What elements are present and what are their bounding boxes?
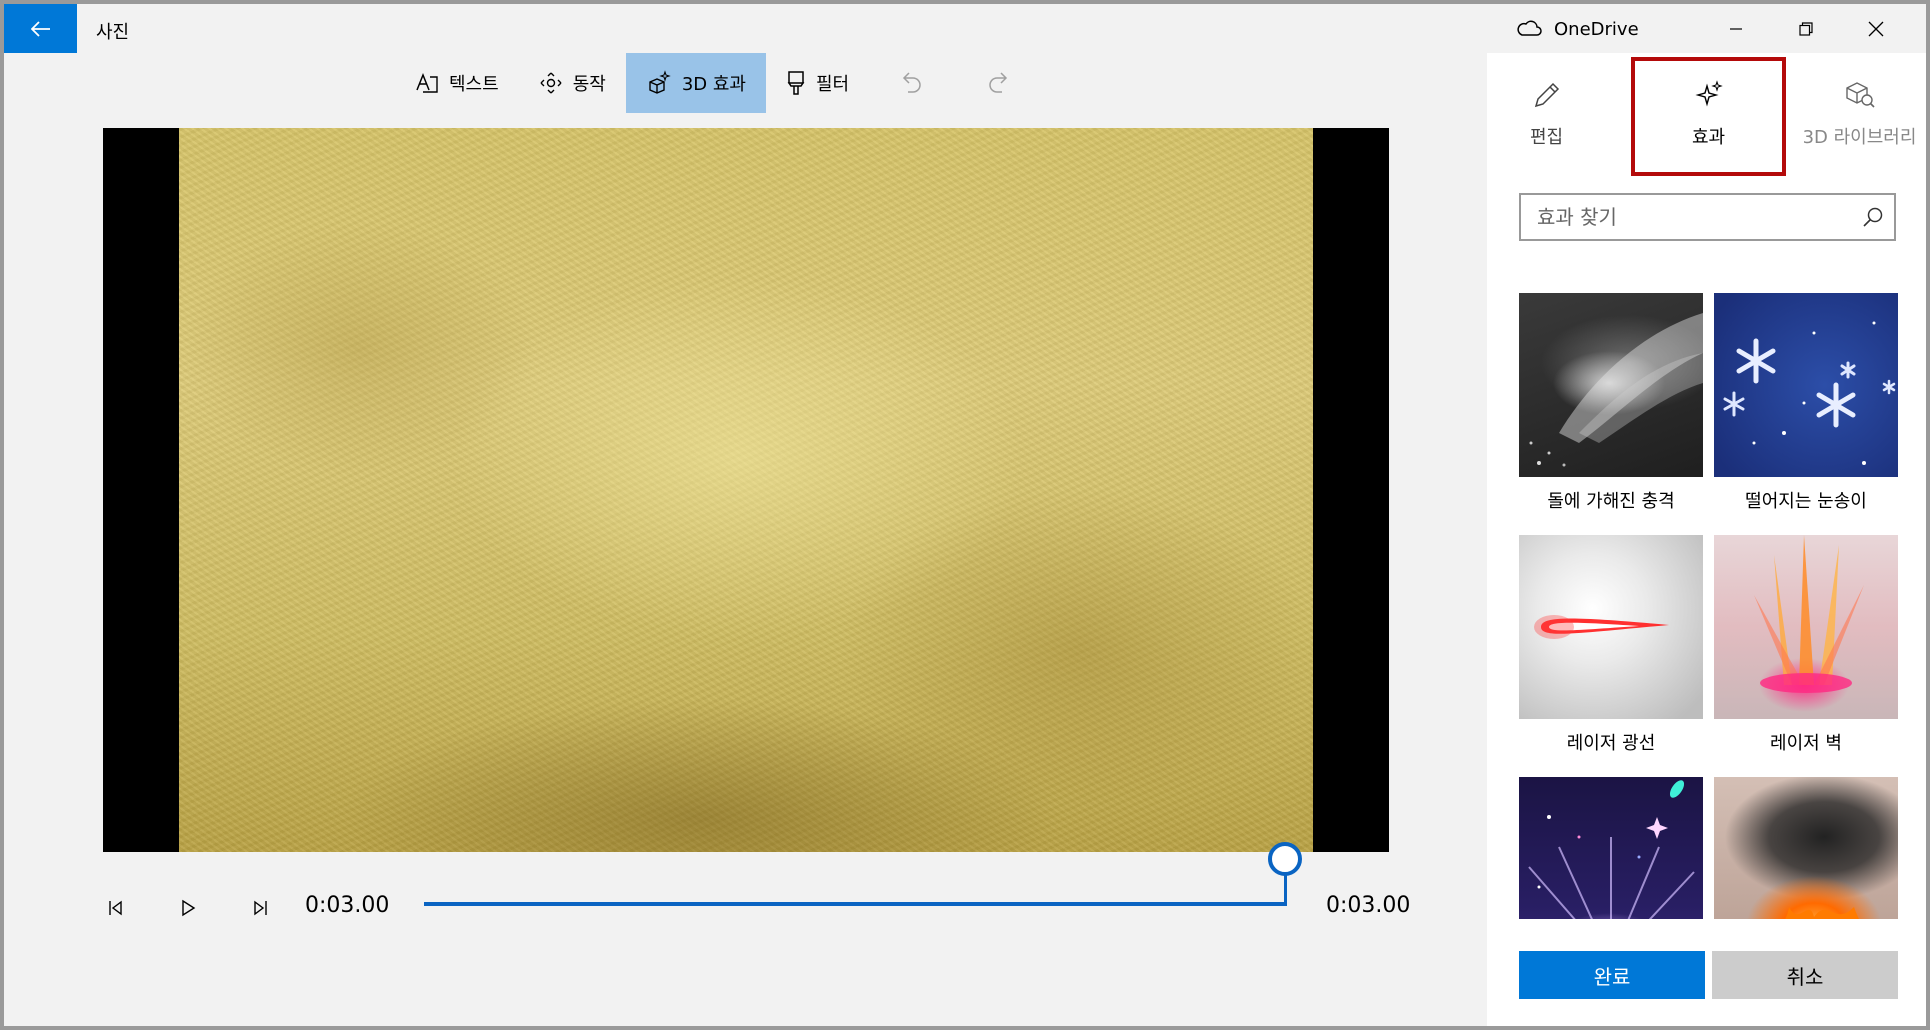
- cube-search-icon: [1845, 82, 1875, 108]
- laser-wall-thumbnail: [1714, 535, 1898, 719]
- close-icon: [1868, 21, 1884, 36]
- tab-edit[interactable]: 편집: [1474, 59, 1619, 177]
- search-icon: [1863, 207, 1883, 227]
- laser-beam-thumbnail: [1519, 535, 1703, 719]
- pencil-icon: [1534, 82, 1559, 108]
- filter-tool-button[interactable]: 필터: [766, 53, 869, 113]
- text-tool-label: 텍스트: [449, 74, 499, 95]
- effects-search-box[interactable]: [1519, 193, 1896, 241]
- stone-impact-thumbnail: [1519, 293, 1703, 477]
- motion-tool-button[interactable]: 동작: [519, 53, 626, 113]
- step-back-icon: [109, 900, 122, 916]
- effect-label: 떨어지는 눈송이: [1745, 491, 1867, 512]
- minimize-icon: [1730, 27, 1742, 30]
- minimize-button[interactable]: [1701, 4, 1771, 53]
- effect-tile-laser-beam[interactable]: 레이저 광선: [1519, 535, 1703, 755]
- text-tool-button[interactable]: 텍스트: [395, 53, 519, 113]
- tab-edit-label: 편집: [1529, 127, 1564, 148]
- cancel-button[interactable]: 취소: [1712, 951, 1898, 999]
- effects-panel: 편집 효과 3D 라이브러리 효과 찾기 돌에 가해진 충격 떨어지는 눈송이 …: [1487, 53, 1926, 1026]
- motion-icon: [540, 72, 562, 94]
- motion-tool-label: 동작: [572, 74, 606, 95]
- app-title: 사진: [96, 22, 130, 43]
- effect-label: 돌에 가해진 충격: [1547, 491, 1675, 512]
- onedrive-cloud-icon: [1517, 20, 1542, 36]
- tab-effects-label: 효과: [1691, 127, 1726, 148]
- end-time: 0:03.00: [1326, 893, 1411, 918]
- redo-button[interactable]: [955, 53, 1041, 113]
- effect-tile-stone-impact[interactable]: 돌에 가해진 충격: [1519, 293, 1703, 513]
- photos-window: 사진 텍스트 동작 3D 효과 필터 0:03.00 0:03.00 OneDr…: [4, 4, 1926, 1026]
- effect-label: 레이저 벽: [1770, 733, 1842, 754]
- effect-tile-fire[interactable]: [1714, 777, 1898, 919]
- play-icon: [182, 899, 196, 917]
- undo-button[interactable]: [869, 53, 955, 113]
- timeline-thumb[interactable]: [1268, 842, 1302, 876]
- next-frame-button[interactable]: [242, 890, 278, 926]
- 3d-effects-icon: [649, 70, 671, 94]
- snowflakes-thumbnail: [1714, 293, 1898, 477]
- restore-button[interactable]: [1771, 4, 1841, 53]
- sparkle-icon: [1694, 80, 1723, 107]
- timeline-track[interactable]: [424, 902, 1286, 906]
- done-button[interactable]: 완료: [1519, 951, 1705, 999]
- tab-3d-library[interactable]: 3D 라이브러리: [1787, 59, 1926, 177]
- gold-foil-photo: [179, 128, 1313, 852]
- previous-frame-button[interactable]: [98, 890, 134, 926]
- redo-icon: [989, 72, 1008, 93]
- back-button[interactable]: [4, 4, 77, 53]
- step-forward-icon: [254, 900, 267, 916]
- tab-effects[interactable]: 효과: [1631, 57, 1786, 176]
- 3d-effects-tool-button[interactable]: 3D 효과: [625, 53, 766, 113]
- current-time: 0:03.00: [305, 893, 390, 918]
- undo-icon: [903, 72, 921, 93]
- close-button[interactable]: [1841, 4, 1911, 53]
- 3d-effects-tool-label: 3D 효과: [681, 74, 746, 95]
- effects-search-input[interactable]: [1537, 205, 1857, 229]
- preview-canvas[interactable]: [103, 128, 1389, 852]
- fire-thumbnail: [1714, 777, 1898, 919]
- play-button[interactable]: [170, 890, 206, 926]
- restore-icon: [1799, 21, 1813, 36]
- editor-toolbar: 텍스트 동작 3D 효과 필터: [395, 53, 1041, 113]
- tab-3d-library-label: 3D 라이브러리: [1802, 127, 1917, 148]
- timeline-thumb-stem: [1284, 874, 1287, 906]
- back-arrow-icon: [30, 20, 50, 37]
- title-bar-right: OneDrive: [1516, 4, 1926, 53]
- onedrive-label: OneDrive: [1554, 19, 1639, 40]
- effect-tile-starburst[interactable]: [1519, 777, 1703, 919]
- effect-label: 레이저 광선: [1566, 733, 1656, 754]
- filter-brush-icon: [787, 71, 805, 95]
- text-icon: [416, 72, 438, 93]
- effects-grid: 돌에 가해진 충격 떨어지는 눈송이 레이저 광선 레이저 벽: [1519, 293, 1899, 919]
- starburst-thumbnail: [1519, 777, 1703, 919]
- filter-tool-label: 필터: [815, 74, 850, 95]
- effect-tile-snowflakes[interactable]: 떨어지는 눈송이: [1714, 293, 1898, 513]
- effect-tile-laser-wall[interactable]: 레이저 벽: [1714, 535, 1898, 755]
